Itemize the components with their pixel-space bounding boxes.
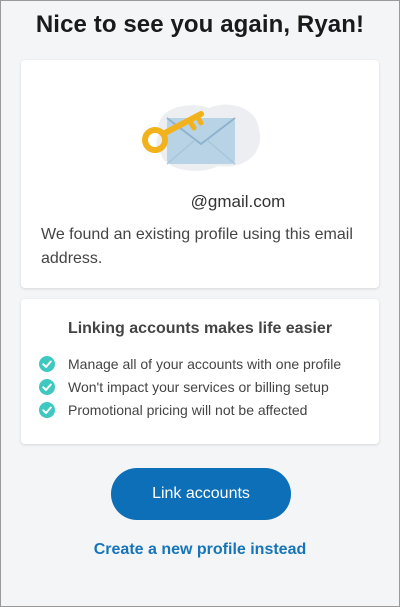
page-title: Nice to see you again, Ryan! [35,11,365,38]
check-circle-icon [39,355,55,372]
benefit-item: Promotional pricing will not be affected [39,398,341,421]
email-domain: @gmail.com [190,192,286,211]
benefit-label: Won't impact your services or billing se… [68,378,329,395]
existing-profile-card: @gmail.com We found an existing profile … [21,60,379,288]
benefit-list: Manage all of your accounts with one pro… [39,352,341,421]
benefit-label: Manage all of your accounts with one pro… [68,355,342,372]
benefit-item: Manage all of your accounts with one pro… [39,352,341,375]
benefit-item: Won't impact your services or billing se… [39,375,341,398]
key-and-envelope-icon [142,104,260,171]
link-accounts-button[interactable]: Link accounts [111,468,291,520]
benefit-label: Promotional pricing will not be affected [68,401,308,418]
benefits-card: Linking accounts makes life easier Manag… [21,299,379,444]
create-new-profile-link[interactable]: Create a new profile instead [1,541,399,559]
existing-profile-message: We found an existing profile using this … [41,226,353,267]
check-circle-icon [39,401,55,418]
check-circle-icon [39,378,55,395]
email-address: @gmail.com [21,192,379,212]
benefits-heading: Linking accounts makes life easier [67,320,333,337]
redacted-email-user [115,195,191,211]
app-screen: Nice to see you again, Ryan! @gmail.com … [0,0,400,607]
